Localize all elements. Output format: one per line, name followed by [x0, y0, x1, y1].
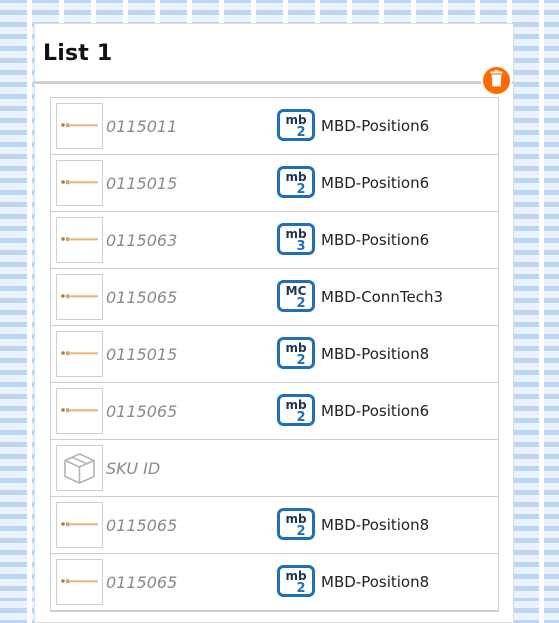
list-item[interactable]: 0115065 mb 2 MBD-Position8: [51, 497, 498, 554]
badge-number: 2: [296, 353, 305, 368]
badge-number: 2: [296, 182, 305, 197]
item-sku: 0115015: [106, 345, 178, 364]
product-family-badge-icon: mb 2: [277, 337, 315, 369]
trash-icon: [490, 70, 503, 91]
badge-number: 2: [296, 296, 305, 311]
product-thumbnail: [56, 274, 103, 320]
product-family-badge-icon: mb 2: [277, 166, 315, 198]
item-name: MBD-Position8: [321, 345, 430, 363]
badge-number: 3: [296, 239, 305, 254]
list-item[interactable]: 0115011 mb 2 MBD-Position6: [51, 98, 498, 155]
item-sku: 0115065: [106, 516, 178, 535]
item-sku: 0115065: [106, 573, 178, 592]
product-thumbnail: [56, 388, 103, 434]
product-thumbnail: [56, 160, 103, 206]
list-panel: List 1 0115011 mb 2 MBD-Position6 0115015 mb 2…: [34, 23, 514, 623]
product-family-badge-icon: mb 3: [277, 223, 315, 255]
list-item[interactable]: 0115065 mb 2 MBD-Position6: [51, 383, 498, 440]
item-name: MBD-Position8: [321, 573, 430, 591]
item-name: MBD-Position8: [321, 516, 430, 534]
item-sku: 0115011: [106, 117, 178, 136]
badge-number: 2: [296, 581, 305, 596]
list-title: List 1: [43, 41, 113, 66]
delete-list-button[interactable]: [481, 65, 512, 96]
list-header: List 1: [35, 24, 513, 84]
item-name: MBD-Position6: [321, 117, 430, 135]
item-name: MBD-ConnTech3: [321, 288, 443, 306]
product-family-badge-icon: MC 2: [277, 280, 315, 312]
badge-number: 2: [296, 125, 305, 140]
badge-number: 2: [296, 410, 305, 425]
product-thumbnail: [56, 502, 103, 548]
product-family-badge-icon: mb 2: [277, 508, 315, 540]
item-sku: 0115065: [106, 402, 178, 421]
item-name: MBD-Position6: [321, 174, 430, 192]
item-sku: 0115065: [106, 288, 178, 307]
badge-number: 2: [296, 524, 305, 539]
item-sku: 0115063: [106, 231, 178, 250]
product-family-badge-icon: mb 2: [277, 394, 315, 426]
product-thumbnail: [56, 559, 103, 605]
product-placeholder-icon: [56, 445, 103, 491]
list-item[interactable]: 0115063 mb 3 MBD-Position6: [51, 212, 498, 269]
item-sku: 0115015: [106, 174, 178, 193]
product-thumbnail: [56, 103, 103, 149]
list-item[interactable]: 0115015 mb 2 MBD-Position6: [51, 155, 498, 212]
list-item[interactable]: 0115065 mb 2 MBD-Position8: [51, 554, 498, 611]
product-family-badge-icon: mb 2: [277, 565, 315, 597]
product-thumbnail: [56, 331, 103, 377]
item-name: MBD-Position6: [321, 231, 430, 249]
product-family-badge-icon: mb 2: [277, 109, 315, 141]
list-item[interactable]: SKU ID: [51, 440, 498, 497]
list-item[interactable]: 0115015 mb 2 MBD-Position8: [51, 326, 498, 383]
item-name: MBD-Position6: [321, 402, 430, 420]
item-sku: SKU ID: [106, 459, 161, 478]
product-thumbnail: [56, 217, 103, 263]
list-item[interactable]: 0115065 MC 2 MBD-ConnTech3: [51, 269, 498, 326]
item-list: 0115011 mb 2 MBD-Position6 0115015 mb 2 MBD-Pos…: [50, 97, 499, 612]
